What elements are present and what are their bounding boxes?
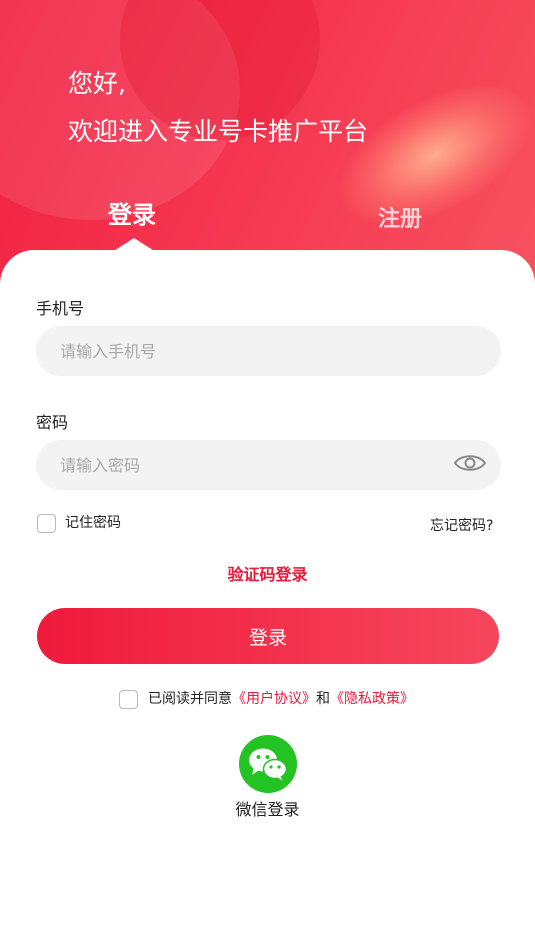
agreement-prefix: 已阅读并同意 bbox=[148, 691, 232, 707]
active-tab-indicator bbox=[112, 238, 156, 252]
user-agreement-link[interactable]: 《用户协议》 bbox=[232, 691, 316, 707]
code-login-link[interactable]: 验证码登录 bbox=[0, 561, 535, 585]
password-label: 密码 bbox=[36, 413, 69, 432]
remember-checkbox[interactable] bbox=[37, 514, 56, 533]
privacy-policy-link[interactable]: 《隐私政策》 bbox=[330, 691, 414, 707]
login-button[interactable]: 登录 bbox=[37, 608, 499, 664]
eye-icon[interactable] bbox=[452, 449, 488, 477]
tab-register[interactable]: 注册 bbox=[378, 201, 422, 233]
remember-label: 记住密码 bbox=[65, 515, 121, 531]
phone-label: 手机号 bbox=[36, 299, 85, 318]
tab-login[interactable]: 登录 bbox=[108, 195, 156, 230]
header-glow bbox=[316, 57, 535, 253]
agreement-text: 已阅读并同意《用户协议》和《隐私政策》 bbox=[148, 688, 414, 708]
phone-input[interactable] bbox=[36, 326, 501, 376]
wechat-icon bbox=[249, 748, 288, 781]
greeting-line1: 您好, bbox=[68, 69, 126, 98]
greeting-line2: 欢迎进入专业号卡推广平台 bbox=[68, 117, 369, 146]
agreement-checkbox[interactable] bbox=[119, 690, 138, 709]
forgot-password-link[interactable]: 忘记密码? bbox=[430, 515, 493, 535]
wechat-login-label: 微信登录 bbox=[235, 800, 300, 819]
password-input[interactable] bbox=[36, 440, 501, 490]
wechat-login-button[interactable] bbox=[239, 735, 297, 793]
agreement-conjunction: 和 bbox=[316, 691, 330, 707]
